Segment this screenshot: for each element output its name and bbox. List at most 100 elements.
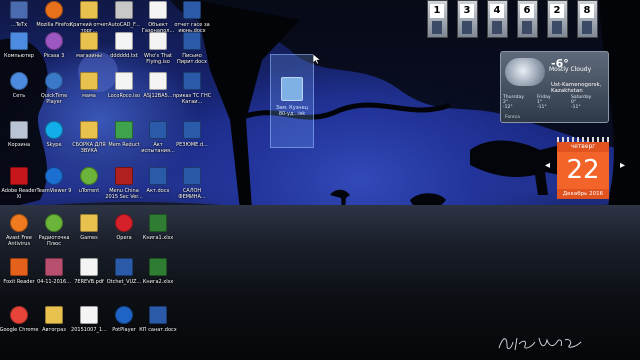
- desktop-icon[interactable]: Радиоточка Плюс: [37, 213, 71, 259]
- document-file-icon: [80, 306, 98, 324]
- figure-icon: [432, 21, 442, 34]
- desktop-icon-label: 04-11-2016...: [37, 279, 71, 285]
- desktop-icon[interactable]: САЛОН ФЕМИНА...: [175, 166, 209, 212]
- desktop-icon[interactable]: Skype: [37, 120, 71, 166]
- desktop-icon-label: Письмо Пирит.docx: [177, 53, 207, 65]
- desktop-icon[interactable]: Автограз: [37, 305, 71, 351]
- mem-reduct-icon: [115, 121, 133, 139]
- pinned-app-tile[interactable]: 4: [487, 0, 508, 38]
- desktop-icon[interactable]: Menu China 2015 Sec Ver...: [105, 166, 143, 212]
- desktop-icon[interactable]: Adobe Reader XI: [1, 166, 37, 212]
- desktop-icon-label: Книга1.xlsx: [142, 235, 174, 241]
- desktop-icon[interactable]: Games: [72, 213, 106, 259]
- desktop-icon[interactable]: Сеть: [2, 71, 36, 117]
- menu-china-icon: [115, 167, 133, 185]
- desktop-icon-label: Skype: [46, 142, 62, 148]
- weather-gadget[interactable]: -6° Mostly Cloudy Ust-Kamenogorsk, Kazak…: [500, 51, 609, 123]
- desktop-icon[interactable]: Акт.docx: [141, 166, 175, 212]
- desktop-icon-label: СБОРКА ДЛЯ ЗВУКА: [72, 142, 106, 154]
- desktop-icon[interactable]: ASJ12BA5...: [141, 71, 175, 117]
- document-file-icon: [149, 1, 167, 19]
- pinned-app-tile[interactable]: 2: [547, 0, 568, 38]
- pinned-app-tile[interactable]: 8: [577, 0, 598, 38]
- pinned-app-number: 1: [430, 4, 444, 18]
- figure-icon: [582, 21, 592, 34]
- desktop-icon[interactable]: РЕЗЮМЕ.d...: [175, 120, 209, 166]
- word-file-icon: [115, 258, 133, 276]
- potplayer-icon: [115, 306, 133, 324]
- figure-icon: [552, 21, 562, 34]
- forecast-day: Thursday 2° -12°: [503, 95, 537, 115]
- desktop-icon[interactable]: Otchet_VUZ...: [107, 257, 141, 303]
- folder-icon: [80, 121, 98, 139]
- desktop-icon[interactable]: 04-11-2016...: [37, 257, 71, 303]
- pinned-app-number: 4: [490, 4, 504, 18]
- desktop-icon[interactable]: PotPlayer: [107, 305, 141, 351]
- pinned-app-tile[interactable]: 1: [427, 0, 448, 38]
- folder-icon: [80, 1, 98, 19]
- excel-file-icon: [149, 214, 167, 232]
- word-file-icon: [149, 121, 167, 139]
- pinned-app-tile[interactable]: 6: [517, 0, 538, 38]
- word-file-icon: [183, 32, 201, 50]
- forecast-day-low: -12°: [503, 105, 513, 110]
- desktop-icon[interactable]: мама: [72, 71, 106, 117]
- desktop-icon[interactable]: Корзина: [2, 120, 36, 166]
- desktop-icon-label: Книга2.xlsx: [142, 279, 174, 285]
- desktop-icon[interactable]: QuickTime Player: [37, 71, 71, 117]
- desktop-icon[interactable]: СБОРКА ДЛЯ ЗВУКА: [72, 120, 106, 166]
- pinned-app-strip: 1 3 4 6 2 8: [427, 0, 607, 38]
- excel-file-icon: [149, 258, 167, 276]
- pinned-app-tile[interactable]: 3: [457, 0, 478, 38]
- pinned-app-number: 3: [460, 4, 474, 18]
- desktop-icon[interactable]: 7EREVB.pdf: [72, 257, 106, 303]
- calendar-gadget[interactable]: четверг 22 Декабрь 2016: [557, 137, 609, 199]
- desktop[interactable]: ...TeTx Компьютер Сеть Корзина Adobe Reader …: [0, 0, 640, 360]
- figure-icon: [462, 21, 472, 34]
- dragged-file-ghost[interactable]: Зам. Кузнец 80-уд...isk: [270, 54, 314, 148]
- chrome-icon: [10, 306, 28, 324]
- desktop-icon-label: САЛОН ФЕМИНА...: [178, 188, 206, 200]
- desktop-icon-label: 7EREVB.pdf: [74, 279, 104, 285]
- pinned-app-number: 6: [520, 4, 534, 18]
- desktop-icon[interactable]: Foxit Reader: [2, 257, 36, 303]
- desktop-icon-label: 20151007_1...: [71, 327, 107, 333]
- desktop-icon[interactable]: Google Chrome: [0, 305, 38, 351]
- network-icon: [10, 72, 28, 90]
- desktop-icon-label: QuickTime Player: [40, 93, 68, 105]
- desktop-icon[interactable]: TeamViewer 9: [37, 166, 71, 212]
- desktop-icon[interactable]: LocoRoco.iso: [107, 71, 141, 117]
- quicktime-icon: [45, 72, 63, 90]
- teamviewer-icon: [45, 167, 63, 185]
- desktop-icon-label: КП санат.docx: [139, 327, 177, 333]
- desktop-icon[interactable]: Avast Free Antivirus: [2, 213, 36, 259]
- desktop-icon-label: РЕЗЮМЕ.d...: [176, 142, 208, 148]
- forecast-day-low: -11°: [571, 105, 581, 110]
- folder-icon: [45, 306, 63, 324]
- document-file-icon: [281, 77, 303, 101]
- desktop-icon-label: Радиоточка Плюс: [38, 235, 70, 247]
- desktop-icon[interactable]: приказ ТС ГНС Катаи...: [173, 71, 211, 117]
- desktop-icon[interactable]: Книга1.xlsx: [141, 213, 175, 259]
- radio-icon: [45, 214, 63, 232]
- desktop-icon[interactable]: КП санат.docx: [139, 305, 177, 351]
- recycle-bin-icon: [10, 121, 28, 139]
- cloud-icon: [505, 58, 545, 86]
- folder-icon: [80, 72, 98, 90]
- mouse-pointer-icon: [313, 54, 321, 64]
- desktop-icon[interactable]: Mem Reduct: [107, 120, 141, 166]
- folder-icon: [80, 214, 98, 232]
- gadget-arrow-left-icon[interactable]: ◂: [545, 160, 550, 171]
- desktop-icon-label: TeamViewer 9: [36, 188, 72, 194]
- word-file-icon: [183, 121, 201, 139]
- forecast-day: Saturday 0° -11°: [571, 95, 605, 115]
- desktop-icon[interactable]: uTorrent: [72, 166, 106, 212]
- desktop-icon[interactable]: Opera: [107, 213, 141, 259]
- desktop-icon[interactable]: Книга2.xlsx: [141, 257, 175, 303]
- desktop-icon-label: Games: [80, 235, 98, 241]
- desktop-icon[interactable]: Акт испытания...: [141, 120, 175, 166]
- word-file-icon: [149, 167, 167, 185]
- desktop-icon-label: Автограз: [42, 327, 66, 333]
- desktop-icon[interactable]: 20151007_1...: [71, 305, 107, 351]
- gadget-arrow-right-icon[interactable]: ▸: [620, 160, 625, 171]
